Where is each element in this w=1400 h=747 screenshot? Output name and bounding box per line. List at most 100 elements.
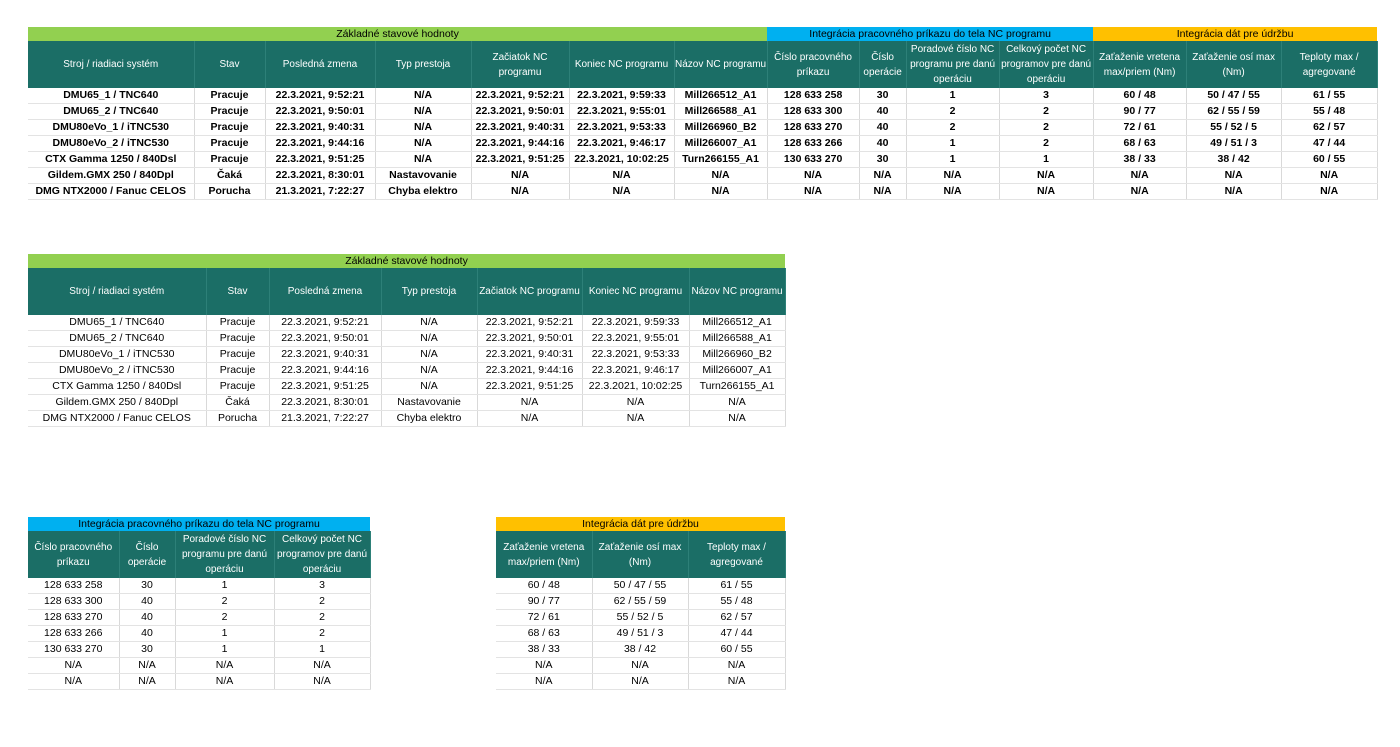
table-cell: Pracuje <box>206 362 270 379</box>
table-cell: 1 <box>175 625 275 642</box>
table-cell: N/A <box>375 135 472 152</box>
table-row: DMU65_1 / TNC640 Pracuje 22.3.2021, 9:52:2… <box>28 88 1378 104</box>
table-cell: 38 / 33 <box>1093 151 1187 168</box>
column-header: Typ prestoja <box>381 268 478 315</box>
table-cell: N/A <box>582 410 690 427</box>
table-cell: Čaká <box>194 167 266 184</box>
column-header: Teploty max / agregované <box>688 531 786 578</box>
table-row: DMU80eVo_1 / iTNC530 Pracuje 22.3.2021, 9:… <box>28 119 1378 136</box>
table-cell: 22.3.2021, 9:50:01 <box>477 330 583 347</box>
table-cell: 68 / 63 <box>1093 135 1187 152</box>
work-order-table: Integrácia pracovného príkazu do tela NC… <box>28 517 371 690</box>
table-cell: 22.3.2021, 8:30:01 <box>269 394 382 411</box>
table-cell: 22.3.2021, 9:53:33 <box>582 346 690 363</box>
table-cell: 22.3.2021, 9:50:01 <box>265 103 376 120</box>
table-cell: 22.3.2021, 9:55:01 <box>582 330 690 347</box>
table-cell: 2 <box>274 593 371 610</box>
table-cell: Pracuje <box>194 151 266 168</box>
table-cell: 30 <box>119 578 176 594</box>
header-row: Číslo pracovného príkazu Číslo operácie … <box>28 531 371 578</box>
table-cell: 40 <box>859 119 907 136</box>
header-row: Stroj / riadiaci systém Stav Posledná zm… <box>28 268 786 315</box>
maintenance-table: Integrácia dát pre údržbu Zaťaženie vret… <box>496 517 786 690</box>
table-cell: Mill266512_A1 <box>674 88 768 104</box>
section-basic-title: Základné stavové hodnoty <box>28 27 768 41</box>
column-header: Názov NC programu <box>674 41 768 88</box>
table-cell: 40 <box>859 135 907 152</box>
table-cell: 22.3.2021, 9:51:25 <box>265 151 376 168</box>
column-header: Posledná zmena <box>265 41 376 88</box>
table-cell: N/A <box>477 410 583 427</box>
table-cell: N/A <box>381 346 478 363</box>
column-header: Stav <box>194 41 266 88</box>
column-header: Názov NC programu <box>689 268 786 315</box>
table-row: 128 633 270 40 2 2 <box>28 609 371 626</box>
table-cell: DMU80eVo_2 / iTNC530 <box>28 362 207 379</box>
table-cell: 2 <box>999 119 1094 136</box>
table-cell: 22.3.2021, 9:59:33 <box>582 315 690 331</box>
table-cell: DMU65_1 / TNC640 <box>28 315 207 331</box>
table-cell: Mill266960_B2 <box>689 346 786 363</box>
table-cell: N/A <box>274 657 371 674</box>
table-cell: N/A <box>688 673 786 690</box>
column-header: Číslo operácie <box>119 531 176 578</box>
table-cell: N/A <box>569 167 675 184</box>
table-cell: Pracuje <box>194 119 266 136</box>
table-cell: 21.3.2021, 7:22:27 <box>265 183 376 200</box>
table-cell: DMU65_2 / TNC640 <box>28 103 195 120</box>
table-cell: 22.3.2021, 9:55:01 <box>569 103 675 120</box>
table-cell: 2 <box>274 625 371 642</box>
table-cell: 30 <box>859 88 907 104</box>
table-cell: Gildem.GMX 250 / 840Dpl <box>28 394 207 411</box>
header-row: Stroj / riadiaci systém Stav Posledná zm… <box>28 41 1378 88</box>
table-cell: 22.3.2021, 9:44:16 <box>471 135 570 152</box>
section-maintenance-title: Integrácia dát pre údržbu <box>1093 27 1378 41</box>
table-row: DMU65_2 / TNC640 Pracuje 22.3.2021, 9:50:0… <box>28 330 786 347</box>
table-row: 128 633 258 30 1 3 <box>28 578 371 594</box>
table-cell: 40 <box>119 609 176 626</box>
table-cell: N/A <box>1186 167 1282 184</box>
table-cell: N/A <box>688 657 786 674</box>
table-cell: DMG NTX2000 / Fanuc CELOS <box>28 183 195 200</box>
table-cell: Gildem.GMX 250 / 840Dpl <box>28 167 195 184</box>
table-cell: 38 / 42 <box>1186 151 1282 168</box>
table-cell: 72 / 61 <box>1093 119 1187 136</box>
column-header: Posledná zmena <box>269 268 382 315</box>
column-header: Začiatok NC programu <box>471 41 570 88</box>
table-cell: Porucha <box>206 410 270 427</box>
table-cell: Chyba elektro <box>381 410 478 427</box>
column-header: Koniec NC programu <box>569 41 675 88</box>
table-cell: DMU80eVo_2 / iTNC530 <box>28 135 195 152</box>
table-cell: 22.3.2021, 9:44:16 <box>265 135 376 152</box>
table-row: DMG NTX2000 / Fanuc CELOS Porucha 21.3.202… <box>28 410 786 427</box>
column-header: Číslo pracovného príkazu <box>767 41 860 88</box>
table-cell: N/A <box>471 183 570 200</box>
column-header: Stav <box>206 268 270 315</box>
table-cell: 30 <box>119 641 176 658</box>
table-cell: 61 / 55 <box>1281 88 1378 104</box>
column-header: Zaťaženie vretena max/priem (Nm) <box>1093 41 1187 88</box>
table-cell: 22.3.2021, 8:30:01 <box>265 167 376 184</box>
table-cell: N/A <box>375 119 472 136</box>
table-row: CTX Gamma 1250 / 840Dsl Pracuje 22.3.2021,… <box>28 378 786 395</box>
table-row: Gildem.GMX 250 / 840Dpl Čaká 22.3.2021, 8:… <box>28 394 786 411</box>
table-cell: N/A <box>859 167 907 184</box>
table-cell: 90 / 77 <box>1093 103 1187 120</box>
table-cell: DMU65_1 / TNC640 <box>28 88 195 104</box>
table-row: CTX Gamma 1250 / 840Dsl Pracuje 22.3.2021,… <box>28 151 1378 168</box>
table-cell: 2 <box>274 609 371 626</box>
table-cell: N/A <box>674 183 768 200</box>
table-row: DMU80eVo_2 / iTNC530 Pracuje 22.3.2021, 9:… <box>28 135 1378 152</box>
table-cell: N/A <box>767 183 860 200</box>
header-row: Zaťaženie vretena max/priem (Nm) Zaťažen… <box>496 531 786 578</box>
table-cell: 128 633 300 <box>767 103 860 120</box>
table-cell: Mill266007_A1 <box>689 362 786 379</box>
table-cell: 22.3.2021, 9:51:25 <box>477 378 583 395</box>
table-cell: 2 <box>906 119 1000 136</box>
table-cell: 40 <box>119 625 176 642</box>
table-cell: 47 / 44 <box>1281 135 1378 152</box>
table-cell: 2 <box>999 135 1094 152</box>
table-cell: 22.3.2021, 9:40:31 <box>471 119 570 136</box>
table-cell: N/A <box>381 362 478 379</box>
table-row: DMU80eVo_2 / iTNC530 Pracuje 22.3.2021, 9:… <box>28 362 786 379</box>
